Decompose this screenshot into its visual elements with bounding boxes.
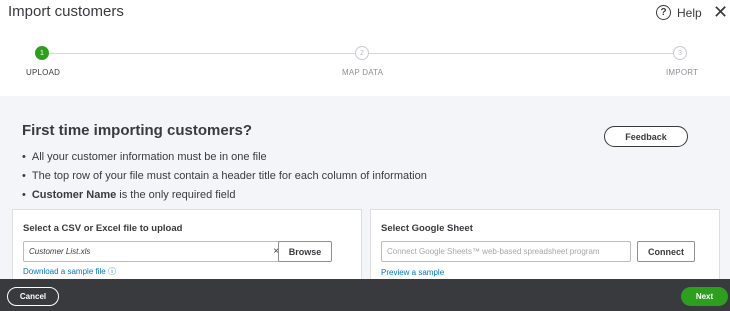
file-panel-title: Select a CSV or Excel file to upload — [23, 223, 183, 234]
google-sheet-input[interactable]: Connect Google Sheets™ web-based spreads… — [381, 241, 631, 262]
help-button[interactable]: ? Help — [656, 5, 702, 20]
cancel-button[interactable]: Cancel — [7, 287, 59, 306]
feedback-button[interactable]: Feedback — [604, 126, 688, 147]
bullet-text: All your customer information must be in… — [31, 151, 267, 163]
google-panel-title: Select Google Sheet — [381, 223, 473, 234]
bullet-text: is the only required field — [116, 189, 236, 201]
step-2-indicator: 2 — [355, 46, 369, 60]
file-upload-panel: Select a CSV or Excel file to upload Cus… — [12, 209, 362, 289]
file-name-field[interactable]: Customer List.xls × — [23, 241, 285, 262]
intro-heading: First time importing customers? — [22, 122, 253, 139]
step-1-indicator: 1 — [35, 46, 49, 60]
list-item: Customer Name is the only required field — [22, 189, 427, 208]
preview-sample-link[interactable]: Preview a sample — [381, 268, 444, 277]
info-icon: ⓘ — [107, 267, 116, 276]
step-2-label: MAP DATA — [342, 68, 384, 77]
bullet-text: The top row of your file must contain a … — [31, 170, 427, 182]
close-icon[interactable]: ✕ — [713, 3, 728, 21]
step-3-indicator: 3 — [673, 46, 687, 60]
step-3-label: IMPORT — [666, 68, 699, 77]
connect-button[interactable]: Connect — [637, 241, 695, 262]
dialog-footer: Cancel Next — [0, 279, 730, 311]
list-item: All your customer information must be in… — [22, 151, 427, 170]
help-label: Help — [677, 5, 702, 20]
step-1-label: UPLOAD — [26, 68, 61, 77]
bullet-bold-text: Customer Name — [31, 189, 117, 201]
requirements-list: All your customer information must be in… — [22, 151, 427, 208]
dialog-header: Import customers ? Help ✕ 1 2 3 UPLOAD M… — [0, 0, 730, 96]
file-name-value: Customer List.xls — [29, 247, 91, 256]
help-icon: ? — [656, 5, 671, 20]
list-item: The top row of your file must contain a … — [22, 170, 427, 189]
download-sample-link[interactable]: Download a sample file ⓘ — [23, 266, 116, 277]
browse-button[interactable]: Browse — [278, 241, 332, 262]
download-sample-label: Download a sample file — [23, 267, 106, 276]
next-button[interactable]: Next — [681, 287, 728, 306]
page-title: Import customers — [8, 3, 124, 20]
google-sheet-panel: Select Google Sheet Connect Google Sheet… — [370, 209, 720, 289]
